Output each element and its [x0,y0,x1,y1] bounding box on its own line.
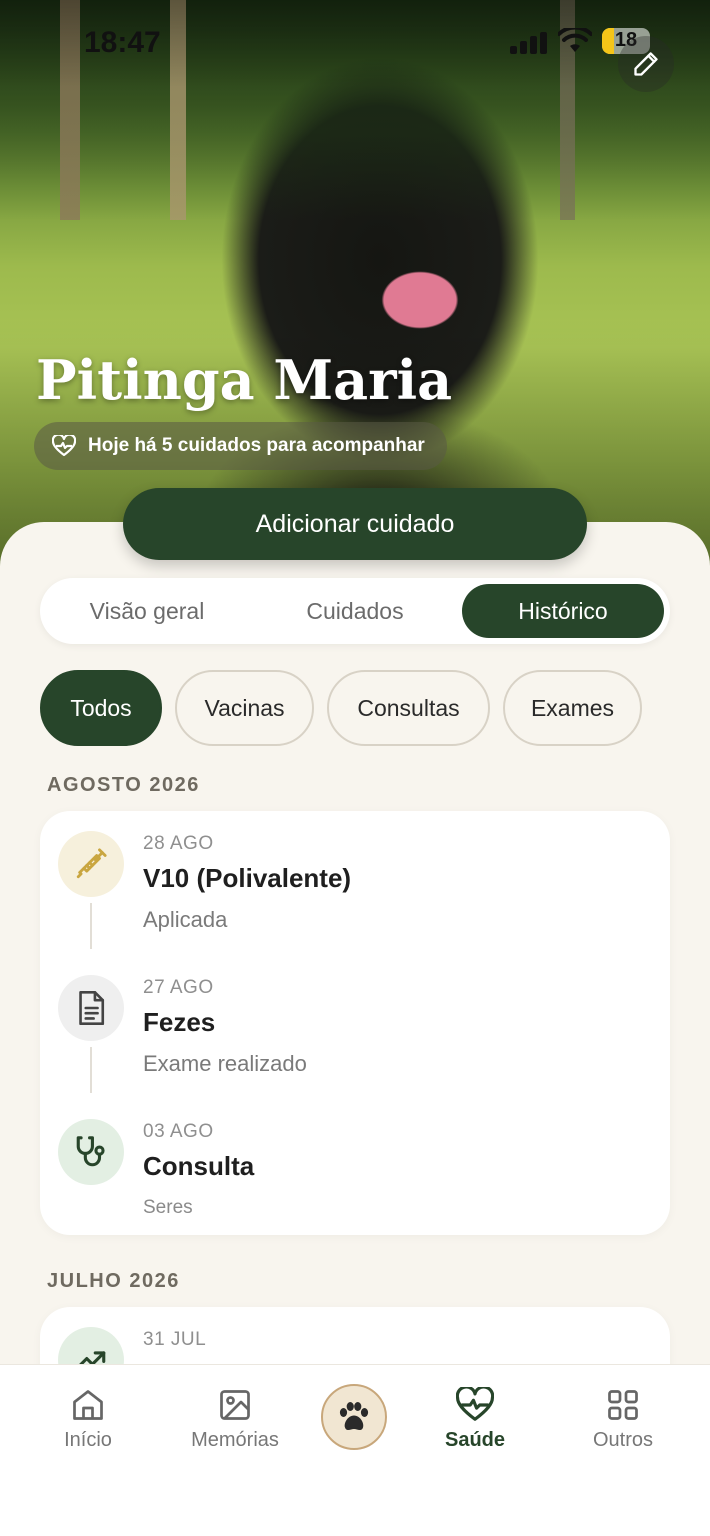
month-header: AGOSTO 2026 [47,774,200,796]
entry-date: 27 AGO [143,977,214,998]
entry-subtitle: Exame realizado [143,1051,307,1076]
heart-pulse-icon [52,435,76,457]
entry-title: V10 (Polivalente) [143,863,352,893]
nav-label: Outros [592,1429,654,1451]
heart-pulse-icon [456,1387,494,1421]
history-entry[interactable]: 28 AGO V10 (Polivalente) Aplicada [40,811,670,955]
entry-subtitle: Seres [143,1197,193,1218]
image-icon [220,1390,250,1420]
entry-title: Consulta [143,1151,255,1181]
filter-vaccines[interactable]: Vacinas [175,670,314,746]
pet-name: Pitinga Maria [36,348,453,412]
entry-subtitle: Aplicada [143,907,228,932]
entry-date: 31 JUL [143,1329,207,1350]
tab-care[interactable]: Cuidados [254,584,456,638]
tab-history[interactable]: Histórico [462,584,664,638]
pencil-icon [634,52,658,76]
paw-icon [339,1402,369,1430]
wifi-icon [558,28,592,52]
cellular-signal-icon [510,32,548,54]
edit-pet-button[interactable] [618,36,674,92]
stethoscope-icon [58,1119,124,1185]
nav-memories[interactable]: Memórias [170,1387,300,1452]
add-care-button[interactable]: Adicionar cuidado [123,488,587,560]
history-entry[interactable]: 27 AGO Fezes Exame realizado [40,955,670,1099]
history-card: 28 AGO V10 (Polivalente) Aplicada 27 AGO… [40,811,670,1235]
nav-home[interactable]: Início [23,1387,153,1452]
pet-profile-button[interactable] [321,1384,387,1450]
filter-consultations[interactable]: Consultas [327,670,490,746]
history-entry[interactable]: 03 AGO Consulta Seres [40,1099,670,1235]
status-time: 18:47 [84,26,161,59]
document-icon [58,975,124,1041]
nav-health[interactable]: Saúde [410,1387,540,1452]
nav-label: Saúde [444,1429,506,1451]
entry-title: Fezes [143,1007,216,1037]
nav-label: Memórias [191,1429,279,1451]
status-bar: 18:47 18 [0,22,710,66]
entry-date: 03 AGO [143,1121,214,1142]
home-icon [73,1390,103,1420]
filter-exams[interactable]: Exames [503,670,642,746]
nav-others[interactable]: Outros [558,1387,688,1452]
syringe-icon [58,831,124,897]
filter-all[interactable]: Todos [40,670,162,746]
section-tabs: Visão geral Cuidados Histórico [40,578,670,644]
grid-icon [608,1390,638,1420]
entry-date: 28 AGO [143,833,214,854]
care-summary-text: Hoje há 5 cuidados para acompanhar [88,435,425,456]
month-header: JULHO 2026 [47,1270,180,1292]
nav-label: Início [64,1429,112,1451]
timeline-connector [90,903,92,949]
care-summary-badge[interactable]: Hoje há 5 cuidados para acompanhar [34,422,447,470]
tab-overview[interactable]: Visão geral [46,584,248,638]
timeline-connector [90,1047,92,1093]
